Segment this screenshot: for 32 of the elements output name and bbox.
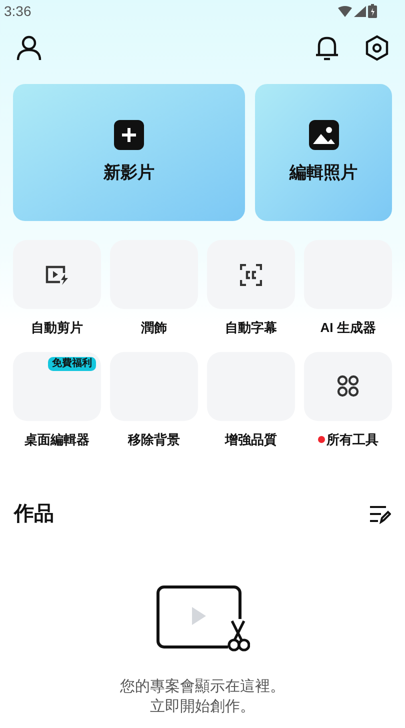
video-bolt-icon — [45, 264, 69, 284]
empty-message: 立即開始創作。 — [150, 697, 255, 717]
edit-photo-card[interactable]: 編輯照片 — [255, 84, 392, 221]
battery-icon — [368, 4, 377, 18]
tool-label: 增強品質 — [225, 430, 277, 449]
add-icon — [114, 120, 144, 150]
tool-tile[interactable] — [207, 240, 295, 309]
edit-list-icon[interactable] — [369, 504, 391, 524]
tool-label: 移除背景 — [128, 430, 180, 448]
bell-icon[interactable] — [315, 35, 339, 61]
tool-label: AI 生成器 — [320, 319, 376, 337]
tool-tile[interactable] — [304, 352, 392, 420]
wifi-icon — [338, 6, 352, 16]
tool-label: 自動字幕 — [225, 319, 277, 337]
captions-icon — [240, 264, 262, 286]
tool-label: 自動剪片 — [31, 319, 83, 337]
tool-tile[interactable]: 免費福利 — [13, 352, 101, 420]
empty-message: 您的專案會顯示在這裡。 — [120, 677, 285, 697]
profile-icon[interactable] — [16, 35, 42, 61]
section-title: 作品 — [14, 502, 54, 527]
tool-tile[interactable] — [13, 240, 101, 309]
new-video-card[interactable]: 新影片 — [13, 84, 245, 221]
tool-label: 桌面編輯器 — [24, 430, 90, 448]
promo-badge: 免費福利 — [48, 356, 96, 370]
grid-icon — [337, 375, 359, 397]
signal-icon — [354, 6, 366, 16]
status-time: 3:36 — [4, 2, 32, 20]
settings-icon[interactable] — [365, 35, 389, 61]
tool-label: 所有工具 — [326, 430, 378, 448]
image-icon — [308, 120, 338, 150]
empty-projects-icon — [156, 585, 250, 653]
tool-label: 潤飾 — [141, 319, 167, 337]
